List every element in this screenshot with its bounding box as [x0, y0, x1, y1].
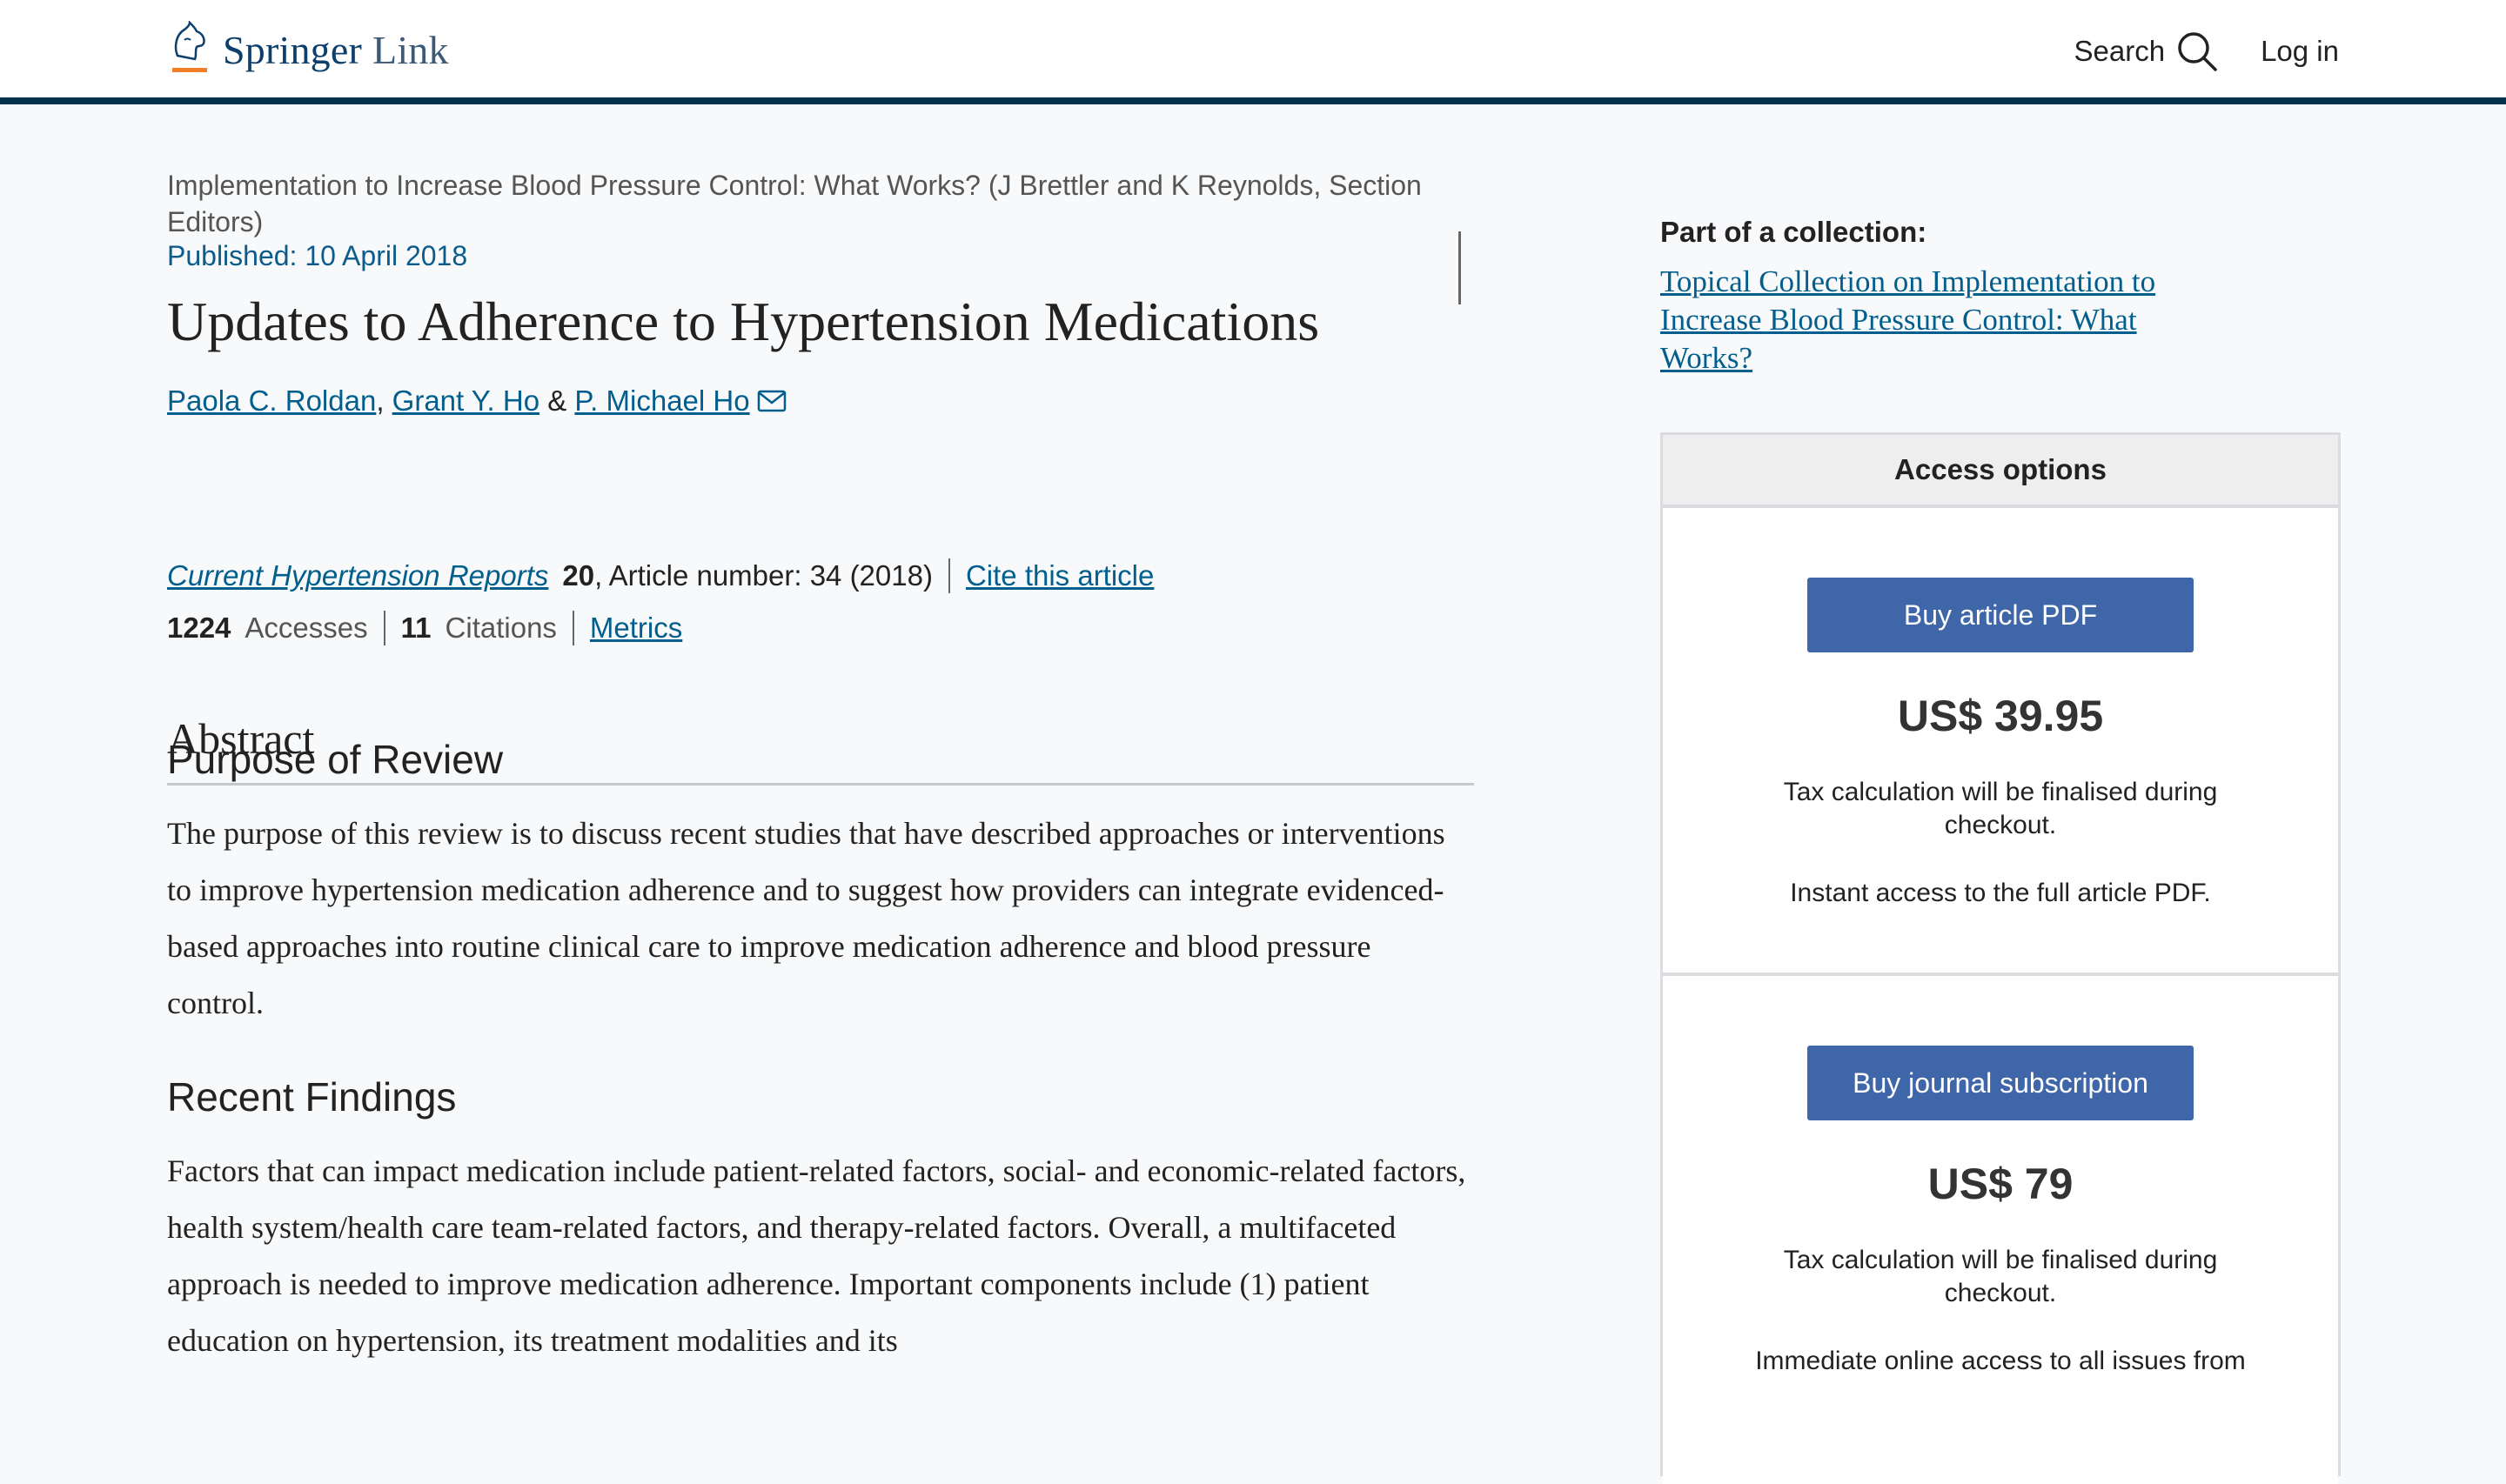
collection-line-text: Implementation to Increase Blood Pressur… [167, 170, 1422, 237]
divider [383, 611, 385, 645]
journal-info: Current Hypertension Reports 20 , Articl… [167, 558, 1154, 593]
author-list: Paola C. Roldan , Grant Y. Ho & P. Micha… [167, 384, 787, 418]
collection-link[interactable]: Topical Collection on Implementation to … [1660, 263, 2217, 378]
collection-breadcrumb: Implementation to Increase Blood Pressur… [167, 167, 1461, 304]
author-separator: & [547, 384, 567, 417]
offer-journal-subscription: Buy journal subscription US$ 79 Tax calc… [1663, 979, 2338, 1484]
author-link[interactable]: P. Michael Ho [574, 384, 749, 418]
access-options-panel: Access options Buy article PDF US$ 39.95… [1660, 432, 2341, 1484]
published-date: Published: 10 April 2018 [167, 240, 468, 271]
findings-heading: Recent Findings [167, 1074, 457, 1120]
article-title: Updates to Adherence to Hypertension Med… [167, 291, 1320, 352]
divider [948, 558, 950, 593]
metrics-link[interactable]: Metrics [590, 612, 682, 645]
buy-article-pdf-button[interactable]: Buy article PDF [1807, 578, 2194, 652]
journal-link[interactable]: Current Hypertension Reports [167, 559, 548, 592]
springer-horse-icon [172, 21, 207, 72]
cite-article-link[interactable]: Cite this article [966, 559, 1154, 592]
accesses-label: Accesses [245, 612, 368, 644]
search-icon [2178, 32, 2217, 71]
access-options-heading: Access options [1663, 435, 2338, 508]
article-metrics: 1224 Accesses 11 Citations Metrics [167, 611, 682, 645]
offer-tax-note: Tax calculation will be finalised during… [1783, 1246, 2218, 1307]
offer-article-pdf: Buy article PDF US$ 39.95 Tax calculatio… [1663, 511, 2338, 976]
email-icon[interactable] [757, 390, 787, 412]
buy-journal-subscription-button[interactable]: Buy journal subscription [1807, 1046, 2194, 1120]
search-link[interactable]: Search [2074, 30, 2220, 73]
offer-price: US$ 39.95 [1897, 692, 2104, 740]
header-actions: Search Log in [2074, 24, 2339, 78]
citations-label: Citations [445, 612, 557, 644]
logo-wordmark: Springer Link [223, 27, 449, 73]
collection-label: Part of a collection: [1660, 216, 1927, 248]
offer-tax-note: Tax calculation will be finalised during… [1783, 778, 2218, 839]
author-link[interactable]: Grant Y. Ho [392, 384, 539, 418]
findings-paragraph: Factors that can impact medication inclu… [167, 1153, 1466, 1358]
journal-volume: 20 [562, 559, 595, 592]
author-link[interactable]: Paola C. Roldan [167, 384, 376, 418]
citations-count: 11 [400, 612, 432, 644]
offer-note: Instant access to the full article PDF. [1790, 879, 2211, 907]
search-label: Search [2074, 35, 2166, 67]
accesses-count: 1224 [167, 612, 231, 644]
login-link[interactable]: Log in [2261, 35, 2339, 68]
article-number: , Article number: 34 (2018) [594, 559, 933, 592]
logo-product-text: Link [372, 27, 449, 72]
author-separator: , [376, 384, 385, 417]
offer-price: US$ 79 [1927, 1160, 2074, 1208]
logo-brand-text: Springer [223, 27, 363, 72]
divider [572, 611, 574, 645]
offer-note: Immediate online access to all issues fr… [1755, 1347, 2246, 1375]
purpose-paragraph: The purpose of this review is to discuss… [167, 816, 1445, 1020]
springer-link-logo[interactable]: Springer Link [165, 21, 449, 78]
site-header: Springer Link Search Log in [0, 0, 2506, 104]
purpose-heading: Purpose of Review [167, 737, 504, 782]
